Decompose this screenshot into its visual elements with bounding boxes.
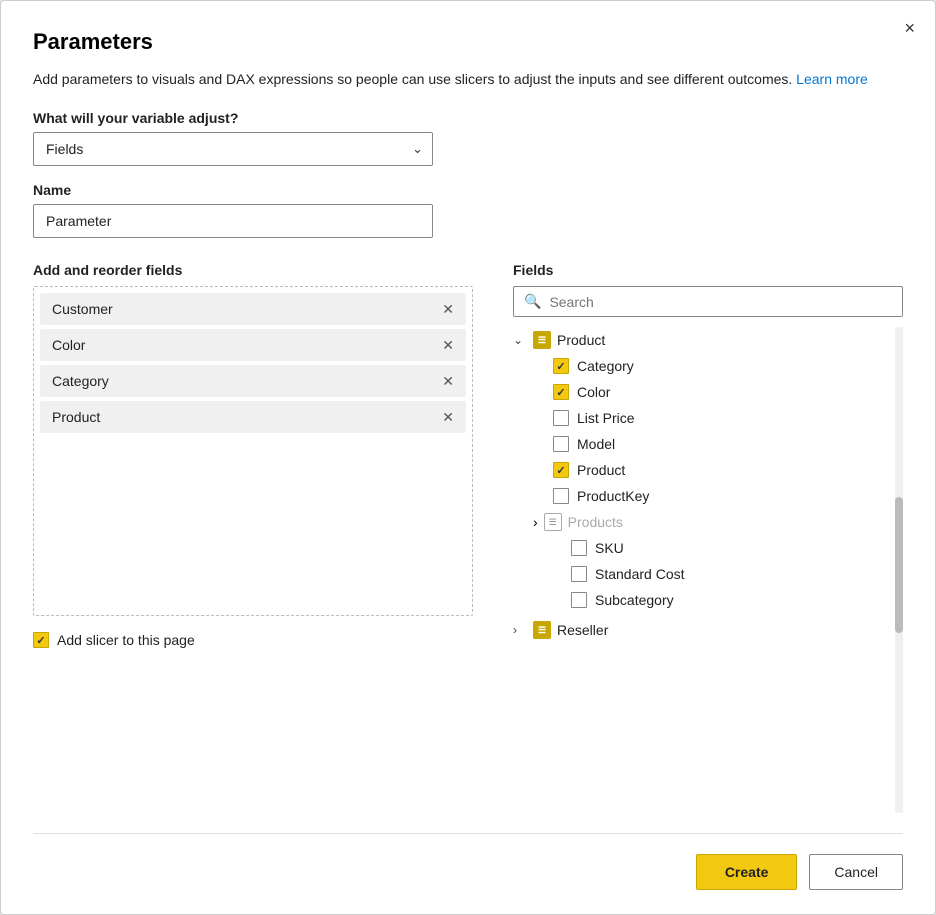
field-item-customer: Customer ✕ [40, 293, 466, 325]
tree-item-label: ProductKey [577, 488, 649, 504]
field-item-color: Color ✕ [40, 329, 466, 361]
main-content: Add and reorder fields Customer ✕ Color … [33, 262, 903, 813]
variable-select-wrapper: Fields Numeric range ⌄ [33, 132, 433, 166]
search-icon: 🔍 [524, 293, 541, 310]
remove-color-button[interactable]: ✕ [442, 338, 454, 352]
name-input[interactable] [33, 204, 433, 238]
name-label: Name [33, 182, 903, 198]
tree-item-label: Product [577, 462, 625, 478]
dialog-title: Parameters [33, 29, 903, 55]
create-button[interactable]: Create [696, 854, 798, 890]
field-item-label: Color [52, 337, 85, 353]
tree-item-label: List Price [577, 410, 635, 426]
tree-item-standardcost[interactable]: Standard Cost [571, 561, 891, 587]
tree-item-label: Standard Cost [595, 566, 685, 582]
chevron-right-icon: › [533, 514, 538, 530]
right-column: Fields 🔍 ⌄ ☰ Product [513, 262, 903, 813]
left-column: Add and reorder fields Customer ✕ Color … [33, 262, 473, 813]
checkbox-category[interactable] [553, 358, 569, 374]
tree-group-product: ⌄ ☰ Product Category [513, 327, 891, 613]
scrollbar-track[interactable] [895, 327, 903, 813]
tree-item-label: SKU [595, 540, 624, 556]
field-item-label: Category [52, 373, 109, 389]
checkbox-standardcost[interactable] [571, 566, 587, 582]
tree-items-products-sub: SKU Standard Cost Subcategory [513, 535, 891, 613]
tree-item-model[interactable]: Model [553, 431, 891, 457]
tree-group-product-header[interactable]: ⌄ ☰ Product [513, 327, 891, 353]
field-item-product: Product ✕ [40, 401, 466, 433]
field-item-label: Customer [52, 301, 113, 317]
parameters-dialog: × Parameters Add parameters to visuals a… [0, 0, 936, 915]
remove-customer-button[interactable]: ✕ [442, 302, 454, 316]
variable-label: What will your variable adjust? [33, 110, 903, 126]
variable-section: What will your variable adjust? Fields N… [33, 110, 903, 166]
checkbox-product[interactable] [553, 462, 569, 478]
subgroup-name-products: Products [568, 514, 623, 530]
search-box[interactable]: 🔍 [513, 286, 903, 317]
tree-subgroup-products-header[interactable]: › ☰ Products [513, 509, 891, 535]
name-section: Name [33, 182, 903, 238]
group-name-reseller: Reseller [557, 622, 608, 638]
scrollbar-thumb[interactable] [895, 497, 903, 633]
table-icon-greyed: ☰ [544, 513, 562, 531]
field-item-category: Category ✕ [40, 365, 466, 397]
table-icon: ☰ [533, 621, 551, 639]
tree-item-subcategory[interactable]: Subcategory [571, 587, 891, 613]
cancel-button[interactable]: Cancel [809, 854, 903, 890]
tree-group-reseller-header[interactable]: › ☰ Reseller [513, 617, 891, 643]
checkbox-subcategory[interactable] [571, 592, 587, 608]
add-slicer-section[interactable]: Add slicer to this page [33, 632, 473, 648]
search-input[interactable] [549, 294, 892, 310]
checkbox-color[interactable] [553, 384, 569, 400]
add-slicer-label: Add slicer to this page [57, 632, 195, 648]
dialog-footer: Create Cancel [33, 833, 903, 890]
chevron-right-icon: › [513, 623, 527, 637]
tree-group-reseller: › ☰ Reseller [513, 617, 891, 643]
tree-item-sku[interactable]: SKU [571, 535, 891, 561]
tree-item-product[interactable]: Product [553, 457, 891, 483]
tree-item-listprice[interactable]: List Price [553, 405, 891, 431]
remove-product-button[interactable]: ✕ [442, 410, 454, 424]
tree-item-label: Category [577, 358, 634, 374]
fields-tree-wrapper: ⌄ ☰ Product Category [513, 327, 903, 813]
tree-items-product: Category Color List Price [513, 353, 891, 509]
tree-item-productkey[interactable]: ProductKey [553, 483, 891, 509]
field-item-label: Product [52, 409, 100, 425]
group-name-product: Product [557, 332, 605, 348]
tree-item-color[interactable]: Color [553, 379, 891, 405]
dialog-description: Add parameters to visuals and DAX expres… [33, 69, 903, 90]
learn-more-link[interactable]: Learn more [796, 71, 868, 87]
checkbox-listprice[interactable] [553, 410, 569, 426]
tree-item-label: Color [577, 384, 610, 400]
checkbox-model[interactable] [553, 436, 569, 452]
close-button[interactable]: × [904, 19, 915, 37]
fields-panel-label: Fields [513, 262, 903, 278]
tree-item-label: Subcategory [595, 592, 674, 608]
chevron-down-icon: ⌄ [513, 333, 527, 347]
checkbox-sku[interactable] [571, 540, 587, 556]
add-slicer-checkbox[interactable] [33, 632, 49, 648]
table-icon: ☰ [533, 331, 551, 349]
tree-item-category[interactable]: Category [553, 353, 891, 379]
checkbox-productkey[interactable] [553, 488, 569, 504]
tree-item-label: Model [577, 436, 615, 452]
add-reorder-label: Add and reorder fields [33, 262, 473, 278]
fields-tree: ⌄ ☰ Product Category [513, 327, 895, 813]
fields-list[interactable]: Customer ✕ Color ✕ Category ✕ Product ✕ [33, 286, 473, 616]
remove-category-button[interactable]: ✕ [442, 374, 454, 388]
variable-select[interactable]: Fields Numeric range [33, 132, 433, 166]
